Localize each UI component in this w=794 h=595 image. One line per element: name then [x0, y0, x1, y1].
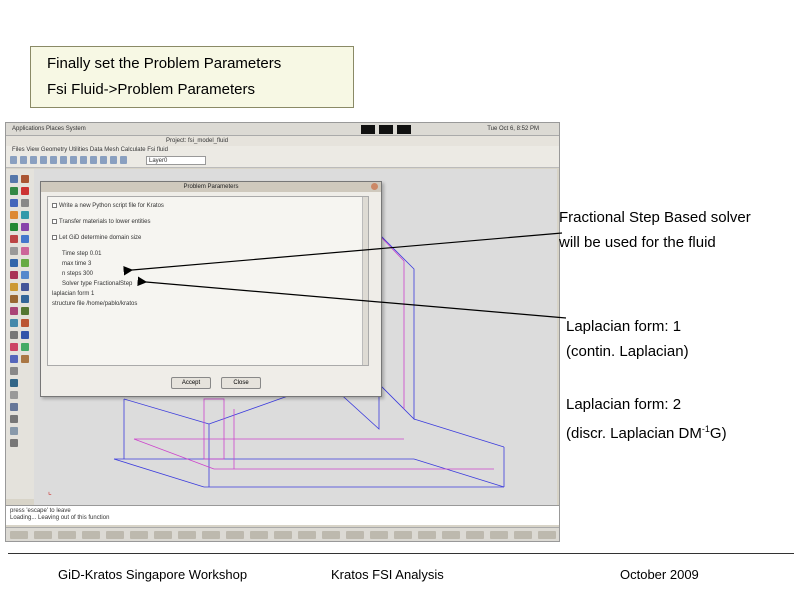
footer-left: GiD-Kratos Singapore Workshop: [58, 567, 248, 582]
laplacian-2-note: Laplacian form: 2 (discr. Laplacian DM-1…: [566, 396, 727, 442]
laplacian-1-note: Laplacian form: 1 (contin. Laplacian): [566, 318, 689, 360]
footer-divider: [8, 553, 794, 554]
fractional-step-note: Fractional Step Based solver will be use…: [559, 209, 751, 251]
footer-center: Kratos FSI Analysis: [331, 567, 444, 582]
annotation-arrows: [123, 232, 567, 319]
footer-right: October 2009: [620, 567, 699, 582]
